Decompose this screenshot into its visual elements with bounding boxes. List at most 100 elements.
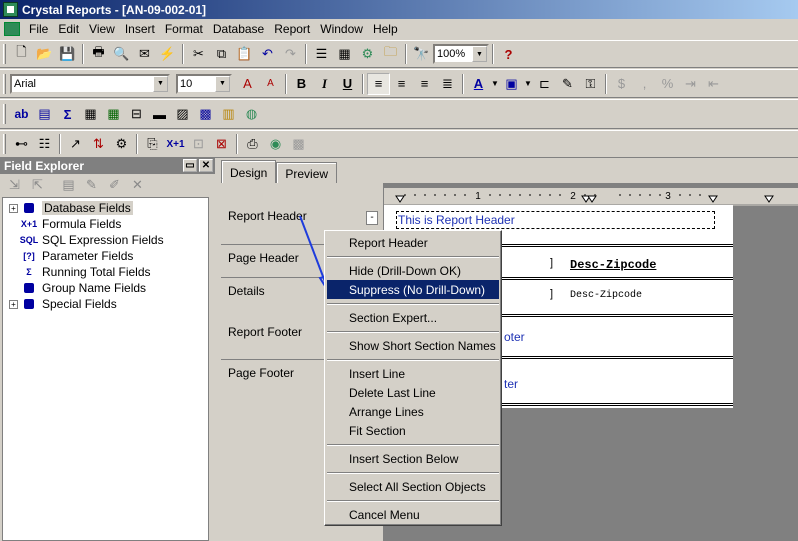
toolbar-grip[interactable] [3,134,6,154]
justify-icon[interactable]: ≣ [436,73,459,95]
suppress-icon[interactable]: ✎ [556,73,579,95]
chart-icon[interactable]: ▥ [217,103,240,125]
align-right-icon[interactable]: ≡ [413,73,436,95]
context-menu-item[interactable]: Arrange Lines [327,402,499,421]
tree-node[interactable]: Group Name Fields [3,280,208,296]
box-icon[interactable]: ▨ [171,103,194,125]
hyperlink-icon[interactable]: ◉ [264,133,287,155]
tree-node[interactable]: + Special Fields [3,296,208,312]
currency-button[interactable]: $ [610,73,633,95]
context-menu-item[interactable]: Suppress (No Drill-Down) [327,280,499,299]
help-icon[interactable]: ? [497,43,520,65]
align-center-icon[interactable]: ≡ [390,73,413,95]
print-icon[interactable]: 🖶 [87,43,110,65]
rename-field-icon[interactable]: ✐ [103,177,126,193]
report-alerts-icon[interactable]: ⎙ [241,133,264,155]
border-icon[interactable]: ▣ [500,73,523,95]
context-menu-item[interactable]: Insert Section Below [327,449,499,468]
chevron-down-icon[interactable]: ▼ [523,73,533,95]
highlighting-expert-icon[interactable]: ⊡ [187,133,210,155]
export-icon[interactable]: ✉ [133,43,156,65]
menu-edit[interactable]: Edit [53,22,84,36]
context-menu-item[interactable]: Delete Last Line [327,383,499,402]
horizontal-ruler[interactable]: 1 2 3 [384,188,798,206]
thousands-button[interactable]: , [633,73,656,95]
tree-node[interactable]: X+1 Formula Fields [3,216,208,232]
save-icon[interactable]: 💾 [56,43,79,65]
guide-marker-icon[interactable] [587,195,597,203]
page-edge-marker-icon[interactable] [764,195,774,203]
select-expert-icon[interactable]: ↗ [64,133,87,155]
sigma-icon[interactable]: Σ [56,103,79,125]
tree-node[interactable]: [?] Parameter Fields [3,248,208,264]
toolbar-grip[interactable] [3,44,6,64]
search-icon[interactable]: 🔭 [410,43,433,65]
font-color-icon[interactable]: A [467,73,490,95]
page-header-field[interactable]: Desc-Zipcode [570,258,656,272]
undo-icon[interactable]: ↶ [256,43,279,65]
context-menu-item[interactable]: Show Short Section Names [327,336,499,355]
map-icon[interactable]: ◍ [240,103,263,125]
tab-design[interactable]: Design [221,160,277,184]
group-expert-icon[interactable]: ☷ [33,133,56,155]
context-menu-item[interactable]: Select All Section Objects [327,477,499,496]
tree-node[interactable]: Σ Running Total Fields [3,264,208,280]
context-menu-item[interactable]: Cancel Menu [327,505,499,524]
chevron-down-icon[interactable]: ▼ [215,75,230,92]
context-menu-item[interactable]: Hide (Drill-Down OK) [327,261,499,280]
crystal-reports-app-icon[interactable] [3,2,18,17]
tree-node[interactable]: + Database Fields [3,200,208,216]
align-left-icon[interactable]: ≡ [367,72,390,95]
refresh-icon[interactable]: ⚡ [156,43,179,65]
expand-icon[interactable]: + [9,299,18,309]
paste-icon[interactable]: 📋 [233,43,256,65]
cross-tab-icon[interactable]: ▦ [79,103,102,125]
menu-insert[interactable]: Insert [120,22,160,36]
decrease-decimal-icon[interactable]: ⇤ [702,73,725,95]
redo-icon[interactable]: ↷ [279,43,302,65]
repository-explorer-icon[interactable]: ▩ [287,133,310,155]
olap-grid-icon[interactable]: ▦ [102,103,125,125]
restore-icon[interactable]: ▭ [183,159,197,172]
line-icon[interactable]: ▬ [148,103,171,125]
section-expert-icon[interactable]: ⎘ [141,133,164,155]
subreport-icon[interactable]: ⊟ [125,103,148,125]
chevron-down-icon[interactable]: ▼ [490,73,500,95]
close-icon[interactable]: ✕ [199,159,213,172]
report-header-text-object[interactable]: This is Report Header [396,211,715,229]
bold-button[interactable]: B [290,73,313,95]
browse-data-icon[interactable]: ⇱ [26,177,49,193]
picture-icon[interactable]: ▩ [194,103,217,125]
expand-icon[interactable]: + [9,203,18,213]
template-expert-icon[interactable]: ⊠ [210,133,233,155]
lock-format-icon[interactable]: ⚿ [579,73,602,95]
percent-button[interactable]: % [656,73,679,95]
edit-field-icon[interactable]: ✎ [80,177,103,193]
insert-to-report-icon[interactable]: ⇲ [3,177,26,193]
record-expert-icon[interactable]: ⚙ [110,133,133,155]
new-icon[interactable]: 🗋 [10,43,33,65]
menu-format[interactable]: Format [160,22,208,36]
formula-workshop-icon[interactable]: X+1 [164,133,187,155]
group-tree-icon[interactable]: ☰ [310,43,333,65]
delete-icon[interactable]: ✕ [126,177,149,193]
tree-node[interactable]: SQL SQL Expression Fields [3,232,208,248]
context-menu-item[interactable]: Fit Section [327,421,499,440]
menu-help[interactable]: Help [368,22,403,36]
print-preview-icon[interactable]: 🔍 [110,43,133,65]
toolbar-grip[interactable] [3,104,6,124]
details-field[interactable]: Desc-Zipcode [570,290,642,301]
context-menu-item[interactable]: Section Expert... [327,308,499,327]
sort-expert-icon[interactable]: ⇅ [87,133,110,155]
database-expert-icon[interactable]: ⊷ [10,133,33,155]
cut-icon[interactable]: ✂ [187,43,210,65]
zoom-combo[interactable]: 100% ▼ [433,44,489,64]
left-margin-marker-icon[interactable] [395,195,405,203]
toolbar-grip[interactable] [3,73,6,94]
menu-view[interactable]: View [84,22,120,36]
document-icon[interactable] [4,21,20,36]
tab-preview[interactable]: Preview [276,162,338,184]
new-field-icon[interactable]: ▤ [57,177,80,193]
text-object-icon[interactable]: ab [10,103,33,125]
decrease-font-icon[interactable]: A [259,73,282,95]
